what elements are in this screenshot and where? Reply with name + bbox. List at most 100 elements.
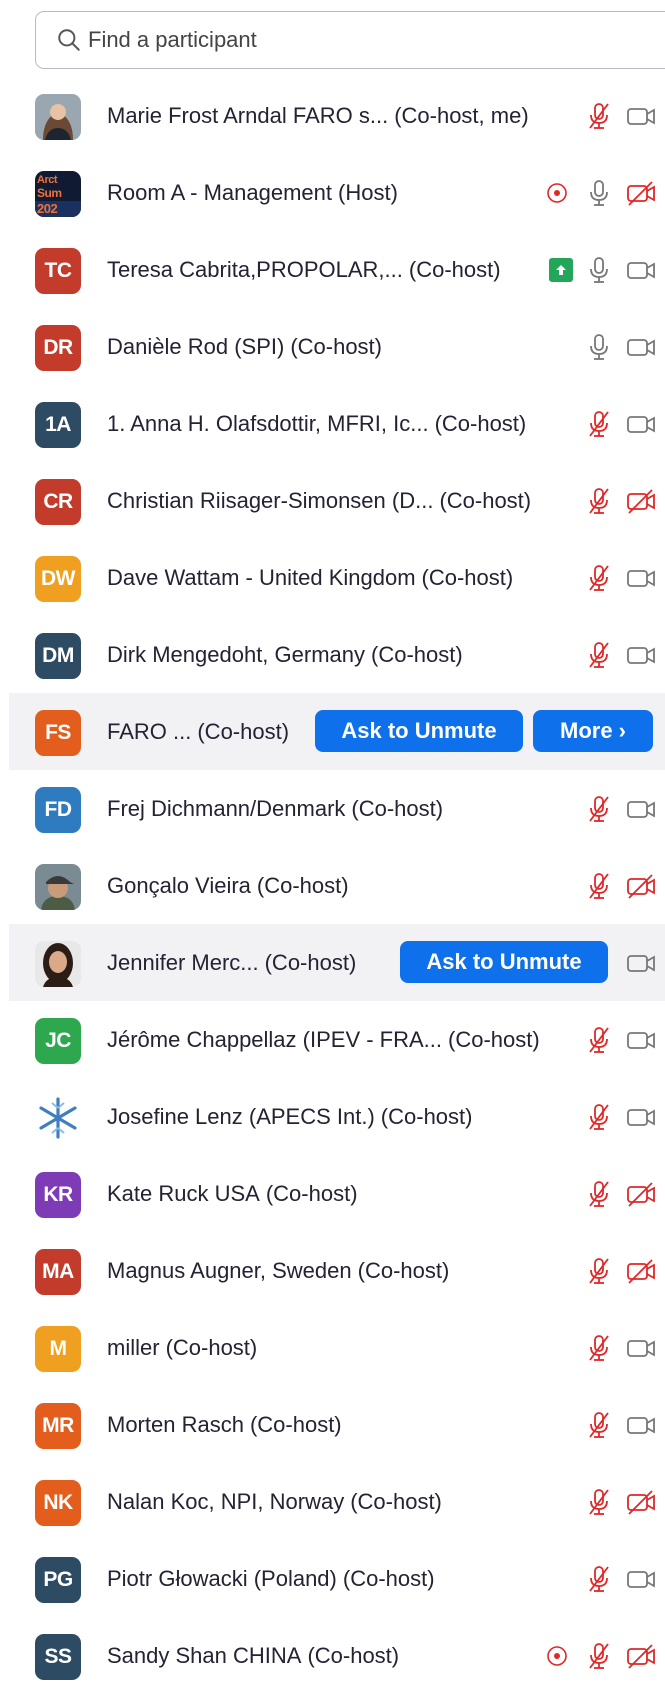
- video-off-icon[interactable]: [625, 1178, 657, 1210]
- ask-to-unmute-button[interactable]: Ask to Unmute: [400, 941, 608, 983]
- status-icons: [583, 539, 657, 616]
- mic-muted-icon[interactable]: [583, 1409, 615, 1441]
- mic-muted-icon[interactable]: [583, 1486, 615, 1518]
- mic-muted-icon[interactable]: [583, 1563, 615, 1595]
- participant-display-name: Josefine Lenz (APECS Int.): [107, 1104, 375, 1129]
- participant-row[interactable]: Arct Sum 202 Room A - Management (Host): [0, 154, 665, 231]
- mic-muted-icon[interactable]: [583, 485, 615, 517]
- video-icon[interactable]: [625, 1101, 657, 1133]
- mic-muted-icon[interactable]: [583, 870, 615, 902]
- participant-row[interactable]: CR Christian Riisager-Simonsen (D... (Co-h…: [0, 462, 665, 539]
- video-icon[interactable]: [625, 100, 657, 132]
- avatar: M: [35, 1326, 81, 1372]
- participant-role: (Co-host): [342, 1566, 435, 1591]
- mic-icon[interactable]: [583, 254, 615, 286]
- participant-row[interactable]: FD Frej Dichmann/Denmark (Co-host): [0, 770, 665, 847]
- mic-muted-icon[interactable]: [583, 408, 615, 440]
- participant-row[interactable]: 1A 1. Anna H. Olafsdottir, MFRI, Ic... (Co…: [0, 385, 665, 462]
- mic-muted-icon[interactable]: [583, 1178, 615, 1210]
- recording-icon: [547, 1645, 567, 1666]
- participant-row[interactable]: DM Dirk Mengedoht, Germany (Co-host): [0, 616, 665, 693]
- participant-row[interactable]: KR Kate Ruck USA (Co-host): [0, 1155, 665, 1232]
- video-icon[interactable]: [625, 947, 657, 979]
- video-off-icon[interactable]: [625, 1486, 657, 1518]
- mic-muted-icon[interactable]: [583, 562, 615, 594]
- participant-role: (Co-host): [434, 411, 527, 436]
- search-box[interactable]: [35, 11, 665, 69]
- participant-row[interactable]: Mmiller (Co-host): [0, 1309, 665, 1386]
- participant-name: Teresa Cabrita,PROPOLAR,... (Co-host): [107, 231, 501, 308]
- participant-row[interactable]: PG Piotr Głowacki (Poland) (Co-host): [0, 1540, 665, 1617]
- participant-row[interactable]: DW Dave Wattam - United Kingdom (Co-host): [0, 539, 665, 616]
- video-icon[interactable]: [625, 1563, 657, 1595]
- participant-row[interactable]: Josefine Lenz (APECS Int.) (Co-host): [0, 1078, 665, 1155]
- video-off-icon[interactable]: [625, 1255, 657, 1287]
- participant-display-name: Jérôme Chappellaz (IPEV - FRA...: [107, 1027, 443, 1052]
- participant-role: (Co-host): [249, 1412, 342, 1437]
- mic-muted-icon[interactable]: [583, 1332, 615, 1364]
- participant-name: Dirk Mengedoht, Germany (Co-host): [107, 616, 463, 693]
- participant-row[interactable]: Gonçalo Vieira (Co-host): [0, 847, 665, 924]
- participant-role: (Co-host): [357, 1258, 450, 1283]
- video-icon[interactable]: [625, 793, 657, 825]
- mic-muted-icon[interactable]: [583, 793, 615, 825]
- participant-row[interactable]: FS FARO ... (Co-host) Ask to Unmute More ›: [9, 693, 665, 770]
- status-icons: [541, 1617, 657, 1694]
- participant-role: (Co-host): [421, 565, 514, 590]
- svg-text:202: 202: [37, 201, 57, 216]
- status-icons: [583, 462, 657, 539]
- avatar: JC: [35, 1018, 81, 1064]
- avatar: Arct Sum 202: [35, 171, 81, 217]
- ask-to-unmute-button[interactable]: Ask to Unmute: [315, 710, 523, 752]
- video-off-icon[interactable]: [625, 870, 657, 902]
- participant-display-name: Dave Wattam - United Kingdom: [107, 565, 416, 590]
- avatar: NK: [35, 1480, 81, 1526]
- participant-role: (Co-host): [265, 1181, 358, 1206]
- video-icon[interactable]: [625, 254, 657, 286]
- more-button[interactable]: More ›: [533, 710, 653, 752]
- participant-display-name: Room A - Management: [107, 180, 333, 205]
- mic-icon[interactable]: [583, 331, 615, 363]
- participant-row[interactable]: Jennifer Merc... (Co-host) Ask to Unmute: [9, 924, 665, 1001]
- video-icon[interactable]: [625, 1024, 657, 1056]
- participant-name: Kate Ruck USA (Co-host): [107, 1155, 358, 1232]
- participant-row[interactable]: JC Jérôme Chappellaz (IPEV - FRA... (Co-ho…: [0, 1001, 665, 1078]
- participant-role: (Co-host): [448, 1027, 540, 1052]
- video-off-icon[interactable]: [625, 177, 657, 209]
- status-icons: [583, 385, 657, 462]
- participant-name: Sandy Shan CHINA (Co-host): [107, 1617, 399, 1694]
- mic-icon[interactable]: [583, 177, 615, 209]
- video-icon[interactable]: [625, 1332, 657, 1364]
- mic-muted-icon[interactable]: [583, 100, 615, 132]
- video-off-icon[interactable]: [625, 485, 657, 517]
- participant-row[interactable]: MR Morten Rasch (Co-host): [0, 1386, 665, 1463]
- video-icon[interactable]: [625, 408, 657, 440]
- video-icon[interactable]: [625, 639, 657, 671]
- mic-muted-icon[interactable]: [583, 1024, 615, 1056]
- search-input[interactable]: [88, 27, 608, 53]
- participant-row[interactable]: Marie Frost Arndal FARO s... (Co-host, me…: [0, 77, 665, 154]
- participant-name: Frej Dichmann/Denmark (Co-host): [107, 770, 443, 847]
- participant-name: 1. Anna H. Olafsdottir, MFRI, Ic... (Co-h…: [107, 385, 526, 462]
- participant-row[interactable]: TC Teresa Cabrita,PROPOLAR,... (Co-host): [0, 231, 665, 308]
- participant-role: (Co-host): [380, 1104, 473, 1129]
- mic-muted-icon[interactable]: [583, 639, 615, 671]
- video-icon[interactable]: [625, 331, 657, 363]
- participant-row[interactable]: MA Magnus Augner, Sweden (Co-host): [0, 1232, 665, 1309]
- video-icon[interactable]: [625, 1409, 657, 1441]
- participant-display-name: Frej Dichmann/Denmark: [107, 796, 346, 821]
- participant-name: Nalan Koc, NPI, Norway (Co-host): [107, 1463, 442, 1540]
- svg-text:Sum: Sum: [37, 186, 62, 200]
- mic-muted-icon[interactable]: [583, 1640, 615, 1672]
- participant-display-name: 1. Anna H. Olafsdottir, MFRI, Ic...: [107, 411, 429, 436]
- participant-role: (Co-host): [165, 1335, 258, 1360]
- status-icons: [583, 1001, 657, 1078]
- mic-muted-icon[interactable]: [583, 1255, 615, 1287]
- video-icon[interactable]: [625, 562, 657, 594]
- video-off-icon[interactable]: [625, 1640, 657, 1672]
- mic-muted-icon[interactable]: [583, 1101, 615, 1133]
- participant-row[interactable]: SS Sandy Shan CHINA (Co-host): [0, 1617, 665, 1694]
- participant-row[interactable]: DR Danièle Rod (SPI) (Co-host): [0, 308, 665, 385]
- participant-row[interactable]: NK Nalan Koc, NPI, Norway (Co-host): [0, 1463, 665, 1540]
- participant-role: (Co-host): [371, 642, 463, 667]
